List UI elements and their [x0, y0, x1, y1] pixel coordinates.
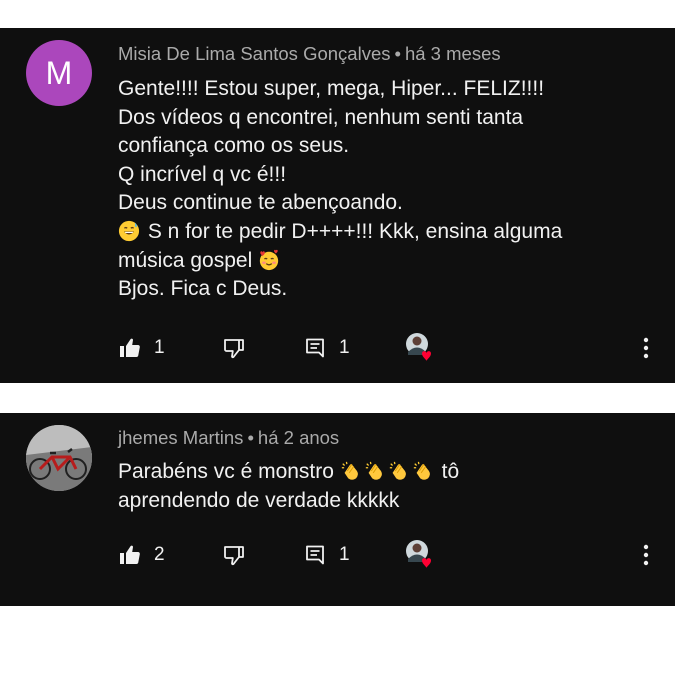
comment-time[interactable]: há 2 anos: [258, 427, 339, 448]
creator-heart[interactable]: [405, 537, 437, 573]
comment-text: Parabéns vc é monstro tô aprendendo de v…: [118, 458, 648, 515]
comment-line: confiança como os seus.: [118, 134, 350, 158]
more-options-icon: [643, 544, 649, 566]
reply-count: 1: [339, 544, 350, 565]
author-name[interactable]: jhemes Martins: [118, 427, 243, 448]
comment-card: M Misia De Lima Santos Gonçalves • há 3 me…: [0, 28, 675, 383]
more-options-button[interactable]: [634, 330, 658, 366]
comment-line: Q incrível q vc é!!!: [118, 162, 287, 186]
comment-line: Deus continue te abençoando.: [118, 191, 403, 215]
meta-separator: •: [394, 43, 401, 64]
like-count: 2: [154, 544, 165, 565]
comment-text: Gente!!!! Estou super, mega, Hiper... FE…: [118, 75, 648, 304]
comment-line-emoji: Parabéns vc é monstro tô: [118, 460, 460, 483]
comment-line-emoji: música gospel: [118, 247, 648, 276]
author-name[interactable]: Misia De Lima Santos Gonçalves: [118, 43, 390, 64]
dislike-button[interactable]: [222, 330, 246, 366]
avatar-letter: M: [45, 55, 73, 91]
clapping-hands-emoji: [413, 461, 430, 480]
comment-line: Dos vídeos q encontrei, nenhum senti tan…: [118, 105, 524, 129]
comment-meta: jhemes Martins • há 2 anos: [118, 427, 339, 449]
comment-actions: 1 1: [0, 330, 675, 366]
comment-line-emoji: S n for te pedir D++++!!! Kkk, ensina al…: [118, 218, 648, 247]
like-count: 1: [154, 337, 165, 358]
reply-count: 1: [339, 337, 350, 358]
smiling-face-hearts-emoji: [259, 249, 279, 270]
replies-icon: [306, 545, 324, 565]
more-options-button[interactable]: [634, 537, 658, 573]
meta-separator: •: [247, 427, 254, 448]
comment-meta: Misia De Lima Santos Gonçalves • há 3 mese…: [118, 43, 501, 65]
avatar[interactable]: [26, 425, 92, 491]
creator-heart[interactable]: [405, 330, 437, 366]
thumbs-down-icon: [224, 339, 244, 359]
comment-card: jhemes Martins • há 2 anos Parabéns vc é m…: [0, 413, 675, 606]
bicycle-photo: [26, 425, 92, 491]
comment-line: Gente!!!! Estou super, mega, Hiper... FE…: [118, 77, 545, 100]
comment-line: aprendendo de verdade kkkkk: [118, 488, 400, 512]
thumbs-up-icon: [120, 338, 140, 357]
clapping-hands-emoji: [341, 461, 358, 480]
clapping-hands-emoji: [365, 461, 382, 480]
avatar[interactable]: M: [26, 40, 92, 106]
replies-button[interactable]: 1: [303, 537, 350, 573]
creator-heart-icon: [406, 540, 431, 568]
dislike-button[interactable]: [222, 537, 246, 573]
more-options-icon: [643, 337, 649, 359]
comment-time[interactable]: há 3 meses: [405, 43, 501, 64]
thumbs-down-icon: [224, 546, 244, 566]
comment-line: Bjos. Fica c Deus.: [118, 277, 288, 301]
replies-icon: [306, 338, 324, 358]
clapping-hands-emoji: [389, 461, 406, 480]
creator-heart-icon: [406, 333, 431, 361]
replies-button[interactable]: 1: [303, 330, 350, 366]
thumbs-up-icon: [120, 545, 140, 564]
comment-actions: 2 1: [0, 537, 675, 573]
like-button[interactable]: 1: [118, 330, 165, 366]
grinning-sweat-emoji: [118, 220, 140, 242]
like-button[interactable]: 2: [118, 537, 165, 573]
